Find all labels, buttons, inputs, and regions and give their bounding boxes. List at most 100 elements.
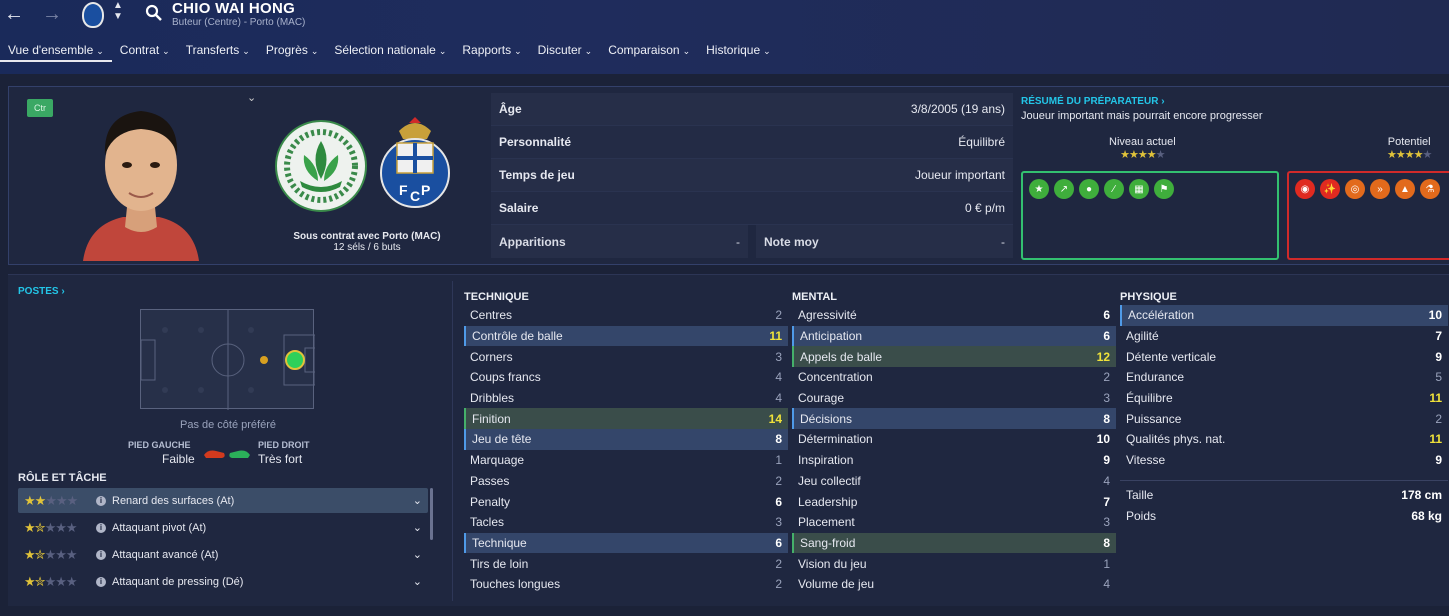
attribute-row[interactable]: Agressivité 6 — [792, 305, 1116, 326]
head-icon[interactable]: ● — [1079, 179, 1099, 199]
attribute-row[interactable]: Coups francs 4 — [464, 367, 788, 388]
flask-icon[interactable]: ⚗ — [1420, 179, 1440, 199]
attribute-name: Placement — [798, 515, 855, 530]
menu-compare[interactable]: Comparaison ⌄ — [600, 40, 698, 62]
flag-icon[interactable]: ⚑ — [1154, 179, 1174, 199]
boot-icon[interactable]: ∕ — [1104, 179, 1124, 199]
player-overview-panel: Ctr ⌄ F C P Sous contrat avec Porto (MAC… — [8, 86, 1449, 265]
star-icon[interactable]: ★ — [1029, 179, 1049, 199]
attribute-row[interactable]: Équilibre 11 — [1120, 388, 1448, 409]
role-row[interactable]: ★✮★★★ i Attaquant pivot (At) ⌄ — [18, 515, 428, 540]
net-icon[interactable]: ▦ — [1129, 179, 1149, 199]
tackle-icon[interactable]: ✨ — [1320, 179, 1340, 199]
attribute-row[interactable]: Placement 3 — [792, 512, 1116, 533]
role-row[interactable]: ★✮★★★ i Attaquant de pressing (Dé) ⌄ — [18, 569, 428, 594]
menu-history[interactable]: Historique ⌄ — [698, 40, 779, 62]
role-row[interactable]: ★✮★★★ i Attaquant avancé (At) ⌄ — [18, 542, 428, 567]
attribute-row[interactable]: Anticipation 6 — [792, 325, 1116, 347]
right-foot-label: PIED DROIT — [258, 440, 310, 450]
info-icon[interactable]: i — [96, 495, 106, 506]
technique-column: TECHNIQUE Centres 2 Contrôle de balle 11 Cor… — [464, 291, 788, 595]
attribute-row[interactable]: Penalty 6 — [464, 491, 788, 512]
attribute-value: 3 — [775, 349, 782, 364]
attribute-value: 9 — [1435, 453, 1442, 468]
player-subtitle[interactable]: Buteur (Centre) - Porto (MAC) — [172, 17, 305, 28]
attribute-row[interactable]: Qualités phys. nat. 11 — [1120, 429, 1448, 450]
menu-reports[interactable]: Rapports ⌄ — [454, 40, 529, 62]
positions-link[interactable]: POSTES › — [18, 286, 65, 297]
attribute-row[interactable]: Contrôle de balle 11 — [464, 325, 788, 347]
attribute-row[interactable]: Corners 3 — [464, 346, 788, 367]
attribute-row[interactable]: Marquage 1 — [464, 450, 788, 471]
attribute-row[interactable]: Décisions 8 — [792, 408, 1116, 430]
menu-discuss[interactable]: Discuter ⌄ — [530, 40, 601, 62]
attribute-row[interactable]: Agilité 7 — [1120, 326, 1448, 347]
attribute-value: 11 — [1429, 432, 1442, 447]
attribute-name: Leadership — [798, 494, 858, 509]
menu-overview[interactable]: Vue d'ensemble ⌄ — [0, 40, 112, 62]
attribute-name: Courage — [798, 391, 845, 406]
attribute-row[interactable]: Appels de balle 12 — [792, 346, 1116, 368]
expand-chevron-icon[interactable]: ⌄ — [247, 91, 256, 104]
attribute-row[interactable]: Vision du jeu 1 — [792, 553, 1116, 574]
info-icon[interactable]: i — [96, 576, 106, 587]
roles-scrollbar[interactable] — [430, 488, 433, 540]
attribute-row[interactable]: Courage 3 — [792, 388, 1116, 409]
attribute-row[interactable]: Jeu de tête 8 — [464, 429, 788, 450]
attribute-row[interactable]: Leadership 7 — [792, 491, 1116, 512]
info-row-salary[interactable]: Salaire 0 € p/m — [491, 192, 1013, 225]
attribute-value: 3 — [1103, 515, 1110, 530]
menu-progress[interactable]: Progrès ⌄ — [258, 40, 327, 62]
chevron-down-icon[interactable]: ⌄ — [413, 521, 422, 534]
eye-icon[interactable]: ◉ — [1295, 179, 1315, 199]
attribute-row[interactable]: Tacles 3 — [464, 512, 788, 533]
pass-icon[interactable]: » — [1370, 179, 1390, 199]
forward-arrow-icon[interactable]: → — [42, 4, 62, 24]
attribute-row[interactable]: Volume de jeu 4 — [792, 574, 1116, 595]
attribute-row[interactable]: Sang-froid 8 — [792, 532, 1116, 554]
attribute-row[interactable]: Passes 2 — [464, 471, 788, 492]
menu-contract[interactable]: Contrat ⌄ — [112, 40, 178, 62]
back-arrow-icon[interactable]: ← — [4, 4, 24, 24]
attribute-row[interactable]: Détente verticale 9 — [1120, 346, 1448, 367]
info-row-apps-rating: Apparitions - Note moy - — [491, 225, 1013, 258]
info-icon[interactable]: i — [96, 549, 106, 560]
info-table: Âge 3/8/2005 (19 ans) Personnalité Équilib… — [491, 93, 1013, 258]
attribute-row[interactable]: Finition 14 — [464, 408, 788, 430]
potential-ability-stars: ★★★★★ — [1387, 149, 1432, 161]
menu-transfers[interactable]: Transferts ⌄ — [178, 40, 258, 62]
target-icon[interactable]: ◎ — [1345, 179, 1365, 199]
attribute-row[interactable]: Endurance 5 — [1120, 367, 1448, 388]
prev-next-player-icon[interactable]: ▲ ▼ — [113, 0, 123, 22]
info-icon[interactable]: i — [96, 522, 106, 533]
attribute-row[interactable]: Accélération 10 — [1120, 305, 1448, 326]
trend-up-icon[interactable]: ↗ — [1054, 179, 1074, 199]
attribute-row[interactable]: Dribbles 4 — [464, 388, 788, 409]
attribute-row[interactable]: Tirs de loin 2 — [464, 553, 788, 574]
attribute-row[interactable]: Concentration 2 — [792, 367, 1116, 388]
info-row-playing-time[interactable]: Temps de jeu Joueur important — [491, 159, 1013, 192]
club-badge-icon[interactable] — [82, 2, 104, 28]
chevron-down-icon[interactable]: ⌄ — [413, 494, 422, 507]
cone-icon[interactable]: ▲ — [1395, 179, 1415, 199]
attribute-row[interactable]: Centres 2 — [464, 305, 788, 326]
attribute-row[interactable]: Puissance 2 — [1120, 408, 1448, 429]
chevron-down-icon[interactable]: ⌄ — [413, 575, 422, 588]
contract-line[interactable]: Sous contrat avec Porto (MAC) — [271, 231, 463, 242]
coach-summary-link[interactable]: RÉSUMÉ DU PRÉPARATEUR › — [1021, 96, 1449, 107]
role-row[interactable]: ★★★★★ i Renard des surfaces (At) ⌄ — [18, 488, 428, 513]
physical-column: PHYSIQUE Accélération 10 Agilité 7 Détente v… — [1120, 291, 1448, 471]
attribute-row[interactable]: Jeu collectif 4 — [792, 471, 1116, 492]
attribute-row[interactable]: Touches longues 2 — [464, 574, 788, 595]
attribute-row[interactable]: Vitesse 9 — [1120, 450, 1448, 471]
info-row-personality[interactable]: Personnalité Équilibré — [491, 126, 1013, 159]
menu-national[interactable]: Sélection nationale ⌄ — [326, 40, 454, 62]
boots-icon — [204, 450, 250, 458]
chevron-down-icon[interactable]: ⌄ — [413, 548, 422, 561]
search-icon[interactable] — [145, 4, 163, 22]
technique-title: TECHNIQUE — [464, 291, 529, 303]
attribute-row[interactable]: Détermination 10 — [792, 429, 1116, 450]
attribute-row[interactable]: Technique 6 — [464, 532, 788, 554]
attribute-name: Concentration — [798, 370, 873, 385]
attribute-row[interactable]: Inspiration 9 — [792, 450, 1116, 471]
